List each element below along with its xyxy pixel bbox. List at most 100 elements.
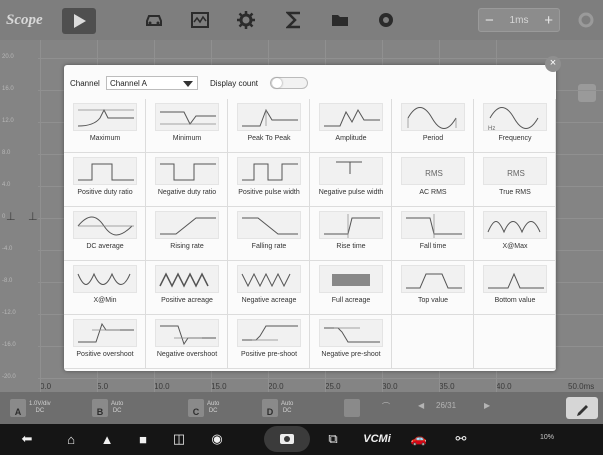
measurement-option[interactable]: Positive duty ratio xyxy=(64,153,146,207)
channel-c-control[interactable]: C Auto DC xyxy=(188,397,219,419)
measurement-label: Minimum xyxy=(172,135,202,142)
timebase-increase-button[interactable]: + xyxy=(544,12,553,29)
falling-rate-icon xyxy=(237,211,301,239)
measurement-option[interactable]: Negative pulse width xyxy=(310,153,392,207)
previous-page-icon[interactable]: ◀ xyxy=(418,401,424,410)
measurement-option[interactable]: Positive acreage xyxy=(146,261,228,315)
measurement-option[interactable]: Hz Frequency xyxy=(474,99,556,153)
x-tick-label: 35.0 xyxy=(439,382,455,391)
minimum-icon xyxy=(155,103,219,131)
diagnostic-home-icon[interactable]: ▲ xyxy=(98,431,116,447)
measurement-option[interactable]: RMS AC RMS xyxy=(392,153,474,207)
measurement-label: Amplitude xyxy=(335,135,367,142)
measurement-option[interactable]: Top value xyxy=(392,261,474,315)
dc-average-icon xyxy=(73,211,137,239)
measurement-option[interactable]: Falling rate xyxy=(228,207,310,261)
measurement-option[interactable]: Negative duty ratio xyxy=(146,153,228,207)
timebase-stepper[interactable]: − 1ms + xyxy=(478,8,560,32)
grid-line xyxy=(38,58,603,59)
channel-range: 1.0V/div xyxy=(29,401,51,407)
play-button[interactable] xyxy=(62,8,96,34)
vcmi-icon[interactable]: VCMi xyxy=(362,431,392,447)
display-count-toggle[interactable] xyxy=(270,77,308,89)
channel-strip: A 1.0V/div DC B Auto DC C Auto DC D Auto DC … xyxy=(0,392,603,424)
x-at-min-icon xyxy=(73,265,137,293)
measurement-option[interactable]: Period xyxy=(392,99,474,153)
measurement-dialog: Channel Channel A Display count Maximum M… xyxy=(64,65,556,371)
x-tick-label: 5.0 xyxy=(97,382,109,391)
cursor-icon[interactable]: ⌒ xyxy=(382,401,390,412)
back-icon[interactable]: ⬅ xyxy=(18,431,36,447)
close-button[interactable]: × xyxy=(545,56,561,72)
measurement-option[interactable]: Positive pre-shoot xyxy=(228,315,310,369)
measurement-option[interactable]: Rise time xyxy=(310,207,392,261)
measurement-label: X@Max xyxy=(502,243,528,250)
measurement-label: AC RMS xyxy=(419,189,447,196)
measurement-option[interactable]: Full acreage xyxy=(310,261,392,315)
gear-icon[interactable] xyxy=(232,8,260,32)
measurement-option[interactable]: RMS True RMS xyxy=(474,153,556,207)
car-icon[interactable] xyxy=(140,8,168,32)
measurement-label: Period xyxy=(422,135,444,142)
measurement-option[interactable]: Negative pre-shoot xyxy=(310,315,392,369)
channel-a-control[interactable]: A 1.0V/div DC xyxy=(10,397,51,419)
measurement-option[interactable]: DC average xyxy=(64,207,146,261)
sigma-icon[interactable] xyxy=(280,8,308,32)
measurement-label: Positive pre-shoot xyxy=(240,351,298,358)
measurement-option[interactable]: Bottom value xyxy=(474,261,556,315)
split-screen-icon[interactable]: ◫ xyxy=(170,431,188,447)
positive-pulse-width-icon xyxy=(237,157,301,185)
page-counter: 26/31 xyxy=(436,401,457,410)
folder-icon[interactable] xyxy=(326,8,354,32)
measurement-option[interactable]: Peak To Peak xyxy=(228,99,310,153)
waveform-library-icon[interactable] xyxy=(186,8,214,32)
recent-apps-icon[interactable]: ■ xyxy=(134,431,152,447)
screen-record-icon[interactable]: ⧉ xyxy=(324,431,342,447)
measurement-label: Negative acreage xyxy=(241,297,297,304)
channel-select[interactable]: Channel A xyxy=(106,76,198,90)
measurement-option[interactable]: Minimum xyxy=(146,99,228,153)
network-icon[interactable]: ⚯ xyxy=(452,431,470,447)
ac-rms-icon: RMS xyxy=(401,157,465,185)
probe-icon[interactable] xyxy=(372,8,400,32)
channel-b-control[interactable]: B Auto DC xyxy=(92,397,123,419)
home-icon[interactable]: ⌂ xyxy=(62,431,80,447)
vehicle-icon[interactable]: 🚗 xyxy=(410,431,428,447)
measurement-option[interactable]: Positive pulse width xyxy=(228,153,310,207)
measurement-label: Positive pulse width xyxy=(238,189,300,196)
display-count-label: Display count xyxy=(210,79,259,88)
channel-marker-icon[interactable]: ⊥ xyxy=(6,210,16,223)
measurement-option[interactable]: Negative acreage xyxy=(228,261,310,315)
pen-tool-button[interactable] xyxy=(566,397,598,419)
camera-button[interactable] xyxy=(264,426,310,452)
timebase-value: 1ms xyxy=(509,14,529,26)
y-tick-label: 8.0 xyxy=(2,150,11,156)
trigger-level-marker-icon[interactable]: ⊥ xyxy=(28,210,38,223)
dialog-header: Channel Channel A Display count xyxy=(64,65,556,99)
timebase-decrease-button[interactable]: − xyxy=(485,12,494,29)
browser-icon[interactable]: ◉ xyxy=(208,431,226,447)
bottom-value-icon xyxy=(483,265,547,293)
math-channel-button[interactable] xyxy=(344,397,360,419)
measurement-option[interactable]: Fall time xyxy=(392,207,474,261)
measurement-label: Falling rate xyxy=(251,243,287,250)
channel-d-control[interactable]: D Auto DC xyxy=(262,397,293,419)
x-tick-label: 0.0 xyxy=(40,382,52,391)
svg-text:Hz: Hz xyxy=(488,126,495,132)
measurement-option[interactable]: Negative overshoot xyxy=(146,315,228,369)
settings-icon[interactable] xyxy=(574,8,598,32)
measurement-option[interactable]: Positive overshoot xyxy=(64,315,146,369)
measurement-option[interactable]: X@Max xyxy=(474,207,556,261)
measurement-option[interactable]: Maximum xyxy=(64,99,146,153)
measurement-option[interactable]: Amplitude xyxy=(310,99,392,153)
trigger-icon[interactable] xyxy=(578,84,596,102)
measurement-label: Fall time xyxy=(419,243,447,250)
next-page-icon[interactable]: ▶ xyxy=(484,401,490,410)
channel-coupling: DC xyxy=(208,408,218,414)
measurement-label: Bottom value xyxy=(494,297,536,304)
measurement-option[interactable]: Rising rate xyxy=(146,207,228,261)
measurement-option[interactable]: X@Min xyxy=(64,261,146,315)
negative-pre-shoot-icon xyxy=(319,319,383,347)
measurement-label: Positive duty ratio xyxy=(77,189,133,196)
x-tick-label: 30.0 xyxy=(382,382,398,391)
